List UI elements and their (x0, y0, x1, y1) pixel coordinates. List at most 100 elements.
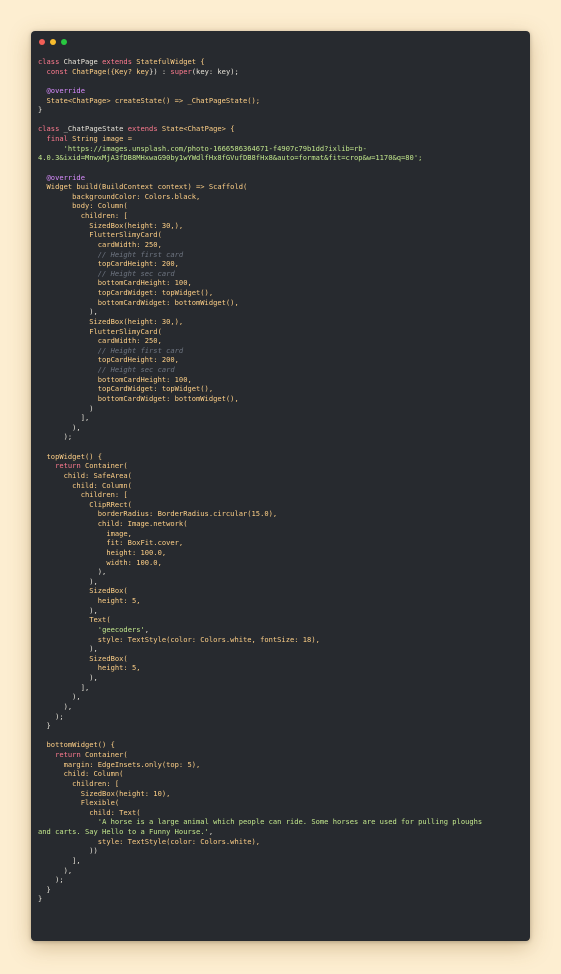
code-line: topWidget() { (38, 452, 103, 461)
code-token: fit: BoxFit.cover, (38, 538, 184, 548)
code-token: SizedBox(height: 30,), (38, 316, 184, 326)
code-token: 'A horse is a large animal which people … (97, 817, 483, 827)
code-line: } (38, 721, 51, 730)
code-token: @override (38, 85, 85, 95)
code-token: and carts. Say Hello to a Funny Hourse.' (38, 827, 209, 836)
code-line: class _ChatPageState extends State<ChatP… (38, 124, 234, 133)
code-line: Flexible( (38, 798, 119, 807)
window-titlebar (31, 31, 530, 53)
code-line: style: TextStyle(color: Colors.white, fo… (38, 635, 320, 644)
code-token: StatefulWidget { (131, 57, 205, 66)
code-token: width: 100.0, (38, 557, 162, 567)
code-token: class (38, 124, 60, 134)
code-line: body: Column( (38, 201, 128, 210)
code-line: SizedBox(height: 30,), (38, 221, 183, 230)
code-token: children: [ (38, 490, 128, 500)
close-window-button[interactable] (39, 39, 45, 45)
code-line: ), (38, 644, 98, 653)
code-token: String image = (67, 134, 132, 143)
code-token: child: SafeArea( (38, 470, 132, 480)
code-line: bottomCardHeight: 100, (38, 375, 192, 384)
code-token: class (38, 57, 60, 66)
code-line: height: 5, (38, 663, 141, 672)
minimize-window-button[interactable] (50, 39, 56, 45)
code-token: final (46, 134, 68, 143)
code-line: fit: BoxFit.cover, (38, 538, 183, 547)
code-token: )) (38, 846, 98, 856)
code-line: child: Text( (38, 808, 140, 817)
code-line: ) (38, 403, 94, 413)
code-token: Widget build(BuildContext context) => Sc… (38, 182, 248, 192)
code-line: ), (38, 692, 81, 701)
code-token: ), (38, 865, 73, 875)
code-line: ], (38, 413, 90, 422)
code-token: style: TextStyle(color: Colors.white, fo… (38, 634, 320, 644)
code-token: children: [ (38, 778, 120, 788)
code-token: , (208, 827, 214, 836)
code-line: 'A horse is a large animal which people … (38, 817, 482, 826)
code-token: return (55, 461, 81, 471)
code-line: height: 100.0, (38, 548, 166, 557)
code-line: ), (38, 701, 73, 711)
code-token: bottomCardWidget: bottomWidget(), (38, 393, 239, 403)
code-line: SizedBox(height: 30,), (38, 317, 183, 326)
code-token: height: 5, (38, 663, 141, 673)
code-token: height: 5, (38, 596, 141, 605)
code-line: // Height sec card (38, 365, 175, 374)
code-line: ), (38, 606, 98, 615)
code-token: ], (38, 855, 81, 865)
code-line: } (38, 105, 42, 114)
code-token: backgroundColor: Colors.black, (38, 191, 201, 201)
code-token: return (55, 750, 81, 759)
code-token: ), (38, 692, 81, 702)
code-token: ), (38, 701, 73, 711)
code-token: ), (38, 567, 107, 577)
code-line: ), (38, 567, 107, 577)
code-block: class ChatPage extends StatefulWidget { … (38, 57, 526, 904)
code-line: children: [ (38, 779, 119, 788)
code-line: width: 100.0, (38, 558, 162, 567)
code-line: } (38, 894, 42, 903)
code-token: ), (38, 673, 98, 682)
code-token: extends (127, 124, 158, 134)
code-line: topCardHeight: 200, (38, 355, 179, 364)
code-line: cardWidth: 250, (38, 240, 162, 249)
code-token: Flexible( (38, 798, 120, 808)
code-token: FlutterSlimyCard( (38, 326, 162, 336)
code-token: // Height sec card (38, 365, 175, 374)
maximize-window-button[interactable] (61, 39, 67, 45)
code-token: ); (38, 432, 73, 442)
code-line: child: Image.network( (38, 519, 188, 528)
code-token: ], (38, 682, 90, 692)
code-token: cardWidth: 250, (38, 336, 162, 346)
code-line: return Container( (38, 461, 128, 470)
code-token: ) (38, 403, 94, 413)
code-line: image, (38, 529, 132, 538)
code-token: child: Image.network( (38, 519, 188, 528)
code-token: ChatPage (59, 57, 103, 66)
code-token: Key? key (114, 66, 150, 76)
code-line: State<ChatPage> createState() => _ChatPa… (38, 95, 261, 105)
code-line: )) (38, 846, 98, 855)
code-line: bottomCardWidget: bottomWidget(), (38, 394, 239, 403)
code-token: image, (38, 528, 132, 538)
code-token: // Height first card (38, 249, 184, 259)
code-token: SizedBox( (38, 653, 128, 663)
code-token: ChatPage({ (67, 66, 115, 76)
code-line: class ChatPage extends StatefulWidget { (38, 57, 205, 66)
code-line: const ChatPage({Key? key}) : super(key: … (38, 67, 239, 76)
code-token: ClipRRect( (38, 499, 132, 509)
code-line: and carts. Say Hello to a Funny Hourse.'… (38, 827, 213, 836)
code-line: children: [ (38, 490, 128, 499)
code-line: FlutterSlimyCard( (38, 230, 162, 239)
code-token: ), (38, 644, 98, 654)
code-token: State<ChatPage> createState() => _ChatPa… (38, 95, 261, 105)
code-token: , (144, 624, 150, 634)
code-token: Text( (38, 615, 111, 625)
code-token: topCardWidget: topWidget(), (38, 288, 214, 297)
code-line: ClipRRect( (38, 500, 132, 509)
